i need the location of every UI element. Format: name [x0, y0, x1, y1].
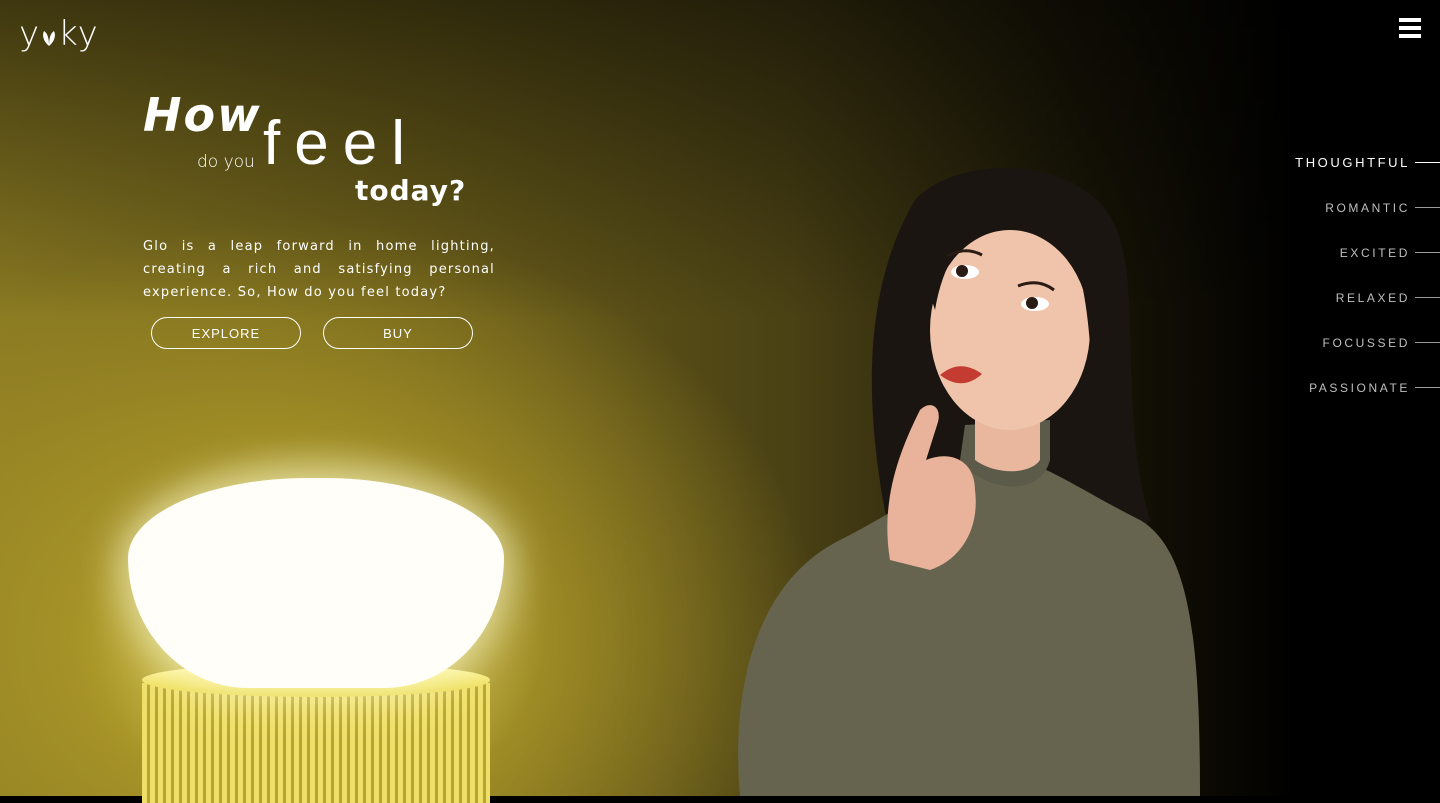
explore-button[interactable]: EXPLORE	[151, 317, 301, 349]
mood-label: EXCITED	[1339, 245, 1410, 260]
mood-label: ROMANTIC	[1325, 200, 1410, 215]
mood-indicator-line	[1415, 162, 1440, 163]
lamp-base	[142, 683, 490, 803]
mood-indicator-line	[1415, 387, 1440, 388]
thoughtful-woman-image	[738, 167, 1200, 796]
headline-do-you: do you	[197, 152, 255, 172]
mood-item-focussed[interactable]: FOCUSSED	[1220, 320, 1440, 365]
mood-item-relaxed[interactable]: RELAXED	[1220, 275, 1440, 320]
mood-indicator-line	[1415, 342, 1440, 343]
mood-indicator-line	[1415, 252, 1440, 253]
mood-item-romantic[interactable]: ROMANTIC	[1220, 185, 1440, 230]
brand-logo[interactable]: y ky	[19, 14, 99, 54]
headline-today: today?	[355, 174, 467, 207]
lamp-shade	[128, 478, 504, 688]
mood-indicator-line	[1415, 297, 1440, 298]
mood-label: THOUGHTFUL	[1295, 155, 1410, 170]
hamburger-menu-icon[interactable]	[1399, 18, 1421, 40]
mood-navigation: THOUGHTFUL ROMANTIC EXCITED RELAXED FOCU…	[1220, 140, 1440, 410]
hero-headline: How do you feel today?	[143, 88, 483, 218]
leaf-icon	[43, 31, 56, 46]
mood-item-excited[interactable]: EXCITED	[1220, 230, 1440, 275]
mood-label: PASSIONATE	[1309, 380, 1410, 395]
mood-indicator-line	[1415, 207, 1440, 208]
mood-label: FOCUSSED	[1322, 335, 1410, 350]
headline-how: How	[143, 88, 262, 142]
intro-paragraph: Glo is a leap forward in home lighting, …	[143, 239, 495, 300]
headline-feel: feel	[263, 109, 419, 178]
logo-letters-ky: ky	[58, 14, 99, 54]
logo-letter-y: y	[19, 14, 41, 54]
mood-item-passionate[interactable]: PASSIONATE	[1220, 365, 1440, 410]
mood-label: RELAXED	[1335, 290, 1410, 305]
glo-lamp-image	[68, 418, 568, 803]
buy-button[interactable]: BUY	[323, 317, 473, 349]
mood-item-thoughtful[interactable]: THOUGHTFUL	[1220, 140, 1440, 185]
